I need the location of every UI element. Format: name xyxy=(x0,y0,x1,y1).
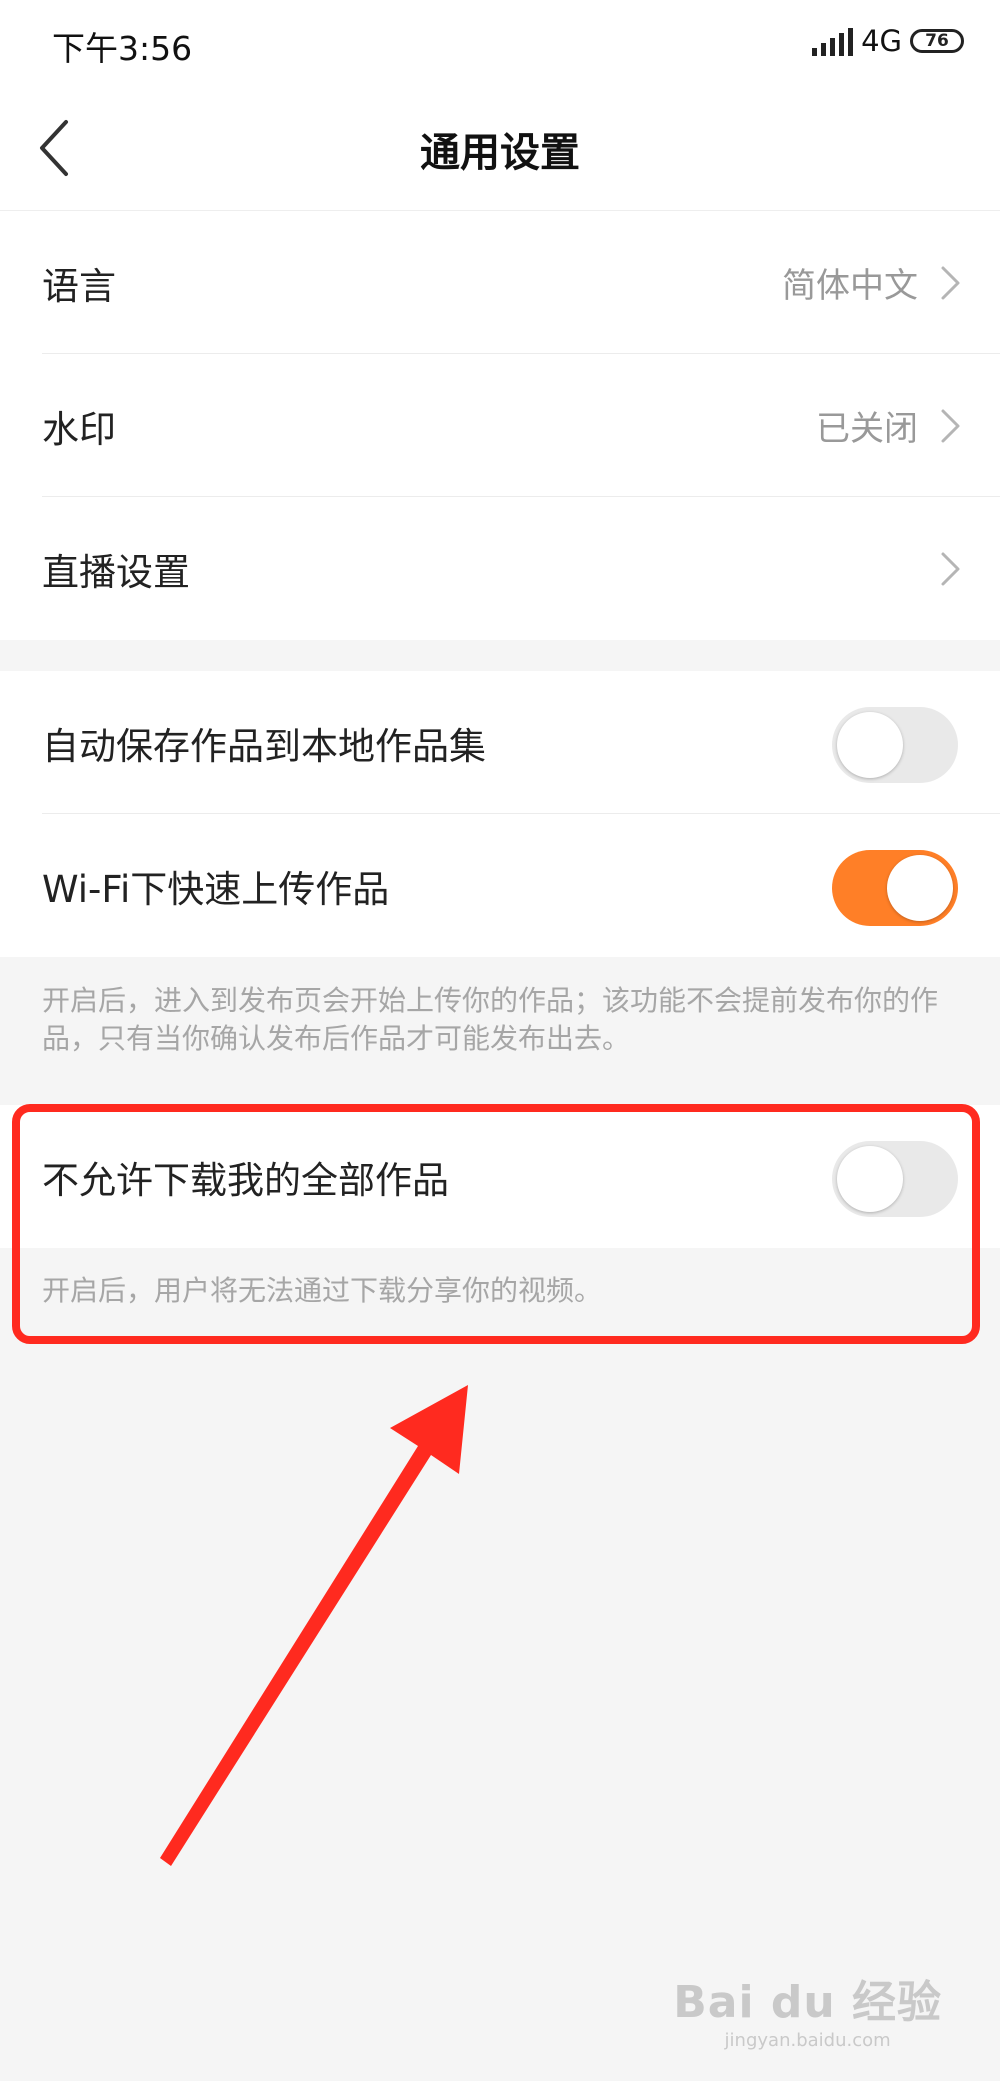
auto-save-toggle[interactable] xyxy=(832,707,958,783)
toggle-knob xyxy=(887,855,953,921)
chevron-right-icon xyxy=(941,409,960,443)
row-label: Wi-Fi下快速上传作品 xyxy=(42,867,390,911)
row-value: 已关闭 xyxy=(816,409,918,449)
row-label: 语言 xyxy=(42,264,116,308)
wifi-upload-toggle[interactable] xyxy=(832,850,958,926)
baidu-jingyan-watermark: Bai du 经验 jingyan.baidu.com xyxy=(673,1966,942,2051)
row-label: 直播设置 xyxy=(42,550,190,594)
settings-row-live[interactable]: 直播设置 xyxy=(0,497,1000,640)
row-label: 自动保存作品到本地作品集 xyxy=(42,724,486,768)
row-label: 水印 xyxy=(42,407,116,451)
signal-icon xyxy=(812,26,854,56)
settings-row-language[interactable]: 语言 简体中文 xyxy=(0,211,1000,354)
chevron-right-icon xyxy=(941,552,960,586)
status-time: 下午3:56 xyxy=(52,29,193,68)
settings-group-general: 语言 简体中文 水印 已关闭 直播设置 xyxy=(0,211,1000,640)
watermark-main: Bai du 经验 xyxy=(673,1977,942,2028)
status-bar: 下午3:56 4G 76 xyxy=(0,0,1000,90)
wifi-upload-hint: 开启后，进入到发布页会开始上传你的作品；该功能不会提前发布你的作品，只有当你确认… xyxy=(42,984,939,1055)
battery-icon: 76 xyxy=(910,29,964,53)
network-type: 4G xyxy=(861,24,902,58)
battery-level: 76 xyxy=(925,31,949,51)
settings-row-watermark[interactable]: 水印 已关闭 xyxy=(0,354,1000,497)
settings-row-wifi-upload: Wi-Fi下快速上传作品 xyxy=(0,814,1000,957)
settings-group-upload: 自动保存作品到本地作品集 Wi-Fi下快速上传作品 xyxy=(0,671,1000,957)
watermark-url: jingyan.baidu.com xyxy=(724,2030,891,2051)
annotation-highlight-box xyxy=(12,1104,980,1344)
page-title: 通用设置 xyxy=(420,130,580,176)
settings-row-auto-save: 自动保存作品到本地作品集 xyxy=(0,671,1000,814)
nav-bar: 通用设置 xyxy=(0,90,1000,211)
toggle-knob xyxy=(837,712,903,778)
status-icons: 4G 76 xyxy=(812,24,964,58)
row-value: 简体中文 xyxy=(782,266,918,306)
chevron-right-icon xyxy=(941,266,960,300)
